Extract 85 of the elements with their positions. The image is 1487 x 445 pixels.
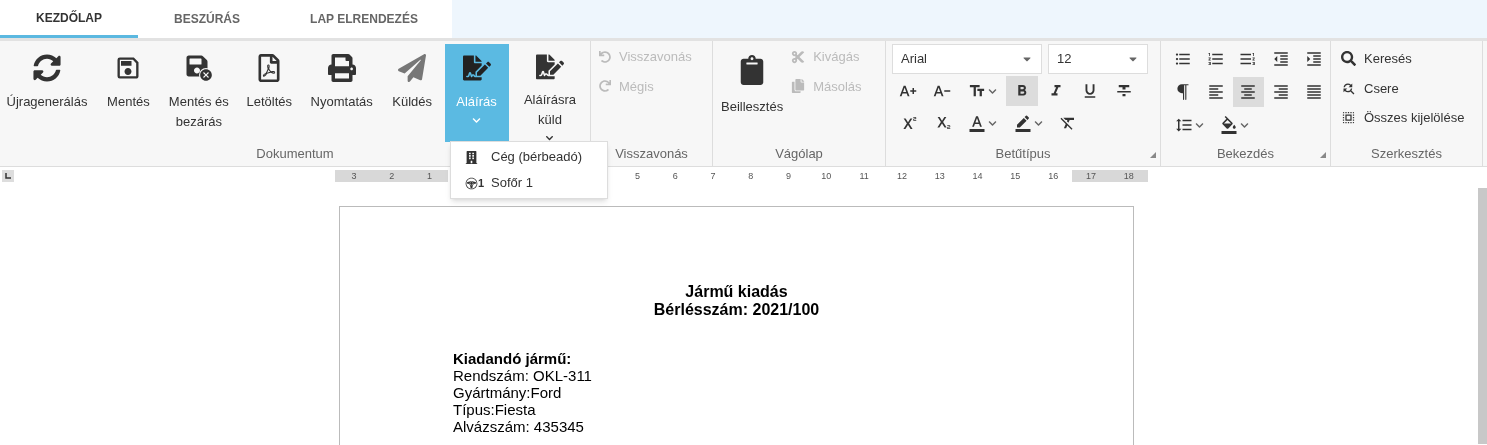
document-text-line: Alvázszám: 435345 [453,418,584,435]
dialog-launcher-icon[interactable] [1320,152,1326,158]
printer-icon [327,54,356,82]
scissors-icon [791,49,806,64]
ruler-number: 15 [1010,170,1021,182]
ruler-number: 10 [821,170,832,182]
undo-icon [599,50,611,63]
ruler-number: 9 [786,170,792,182]
paste-button[interactable]: Beillesztés [721,47,784,143]
menu-item-label: Sofőr 1 [491,174,533,193]
group-title: Szerkesztés [1371,145,1442,164]
ruler-number: 16 [1048,170,1059,182]
ribbon-button[interactable]: Mentés [99,44,158,142]
ribbon-tab[interactable]: LAP ELRENDEZÉS [276,0,452,38]
refresh-icon [33,54,61,82]
ribbon-button[interactable]: Letöltés [240,44,299,142]
line-spacing-icon [1174,116,1193,134]
justify-icon [1305,83,1324,101]
ruler-number: 14 [972,170,983,182]
ribbon-button[interactable]: Mentés és bezárás [162,44,235,142]
font-name-dropdown[interactable]: Arial [892,44,1042,74]
group-title: Bekezdés [1216,145,1275,164]
align-right-icon [1272,83,1291,101]
document-title: Jármű kiadás [685,283,788,301]
copy-icon [791,79,806,94]
group-title: Dokumentum [256,145,334,164]
ruler-number: 17 [1085,170,1096,182]
document-text-line: Rendszám: OKL-311 [453,367,592,384]
document-text-line: Típus:Fiesta [453,401,536,418]
ruler-number: 8 [748,170,754,182]
group-title: Vágólap [775,145,823,164]
group-title: Betűtípus [995,145,1051,164]
ribbon-button[interactable]: Aláírásra küld [513,44,586,142]
numbered-list-icon [1206,50,1225,68]
ruler-number: 18 [1123,170,1134,182]
redo-icon [599,80,611,93]
decrease-indent-icon [1272,50,1291,68]
editing-menu-button[interactable]: Csere [1341,78,1482,98]
menu-item-label: Cég (bérbeadó) [491,148,583,167]
format-button[interactable] [1232,77,1265,107]
font-color-icon [967,114,986,132]
fill-bucket-icon [1219,116,1238,134]
align-center-icon [1239,83,1258,101]
ribbon-button[interactable]: Nyomtatás [303,44,380,142]
ribbon-tab[interactable]: BESZÚRÁS [138,0,276,38]
ruler-number: 2 [389,170,395,182]
ruler-number: 7 [710,170,716,182]
editing-menu-button[interactable]: Összes kijelölése [1341,108,1482,128]
menu-item[interactable]: 1 Sofőr 1 [451,170,607,196]
ruler-number: 1 [427,170,432,182]
document-title: Bérlésszám: 2021/100 [653,301,820,319]
signature-document-icon [462,54,491,82]
icon-number: 1 [478,175,485,191]
paper-plane-icon [398,54,427,82]
floppy-disk-x-icon [184,54,213,82]
ruler-number: 12 [896,170,907,182]
ruler-number: 11 [859,170,869,182]
font-name-value: Arial [901,50,927,69]
ribbon-button[interactable]: Újragenerálás [0,44,94,142]
section-heading: Kiadandó jármű: [453,350,572,367]
scrollbar[interactable] [1478,188,1487,444]
format-button[interactable] [1006,76,1038,106]
align-left-icon [1206,83,1225,101]
signature-document-icon [535,54,564,80]
highlighter-icon [1013,114,1032,132]
multilevel-list-icon [1239,50,1258,68]
ribbon-tab[interactable]: KEZDŐLAP [0,0,138,38]
building-icon [465,150,478,164]
document-text-line: Gyártmány:Ford [453,384,562,401]
editing-menu-button[interactable]: Keresés [1341,49,1482,69]
menu-item[interactable]: Cég (bérbeadó) [451,144,607,170]
ruler-number: 5 [634,170,640,182]
steering-wheel-icon [465,176,478,190]
search-icon [1341,51,1356,67]
select-all-icon [1341,110,1356,126]
increase-indent-icon [1305,50,1324,68]
group-title: Visszavonás [615,145,688,164]
tab-stop-icon[interactable] [2,170,14,182]
ruler-number: 13 [934,170,945,182]
font-size-dropdown[interactable]: 12 [1048,44,1148,74]
dialog-launcher-icon[interactable] [1150,152,1156,158]
font-size-value: 12 [1057,50,1072,69]
ribbon-button[interactable]: Küldés [385,44,440,142]
ruler-number: 3 [351,170,357,182]
ruler-number: 6 [672,170,678,182]
